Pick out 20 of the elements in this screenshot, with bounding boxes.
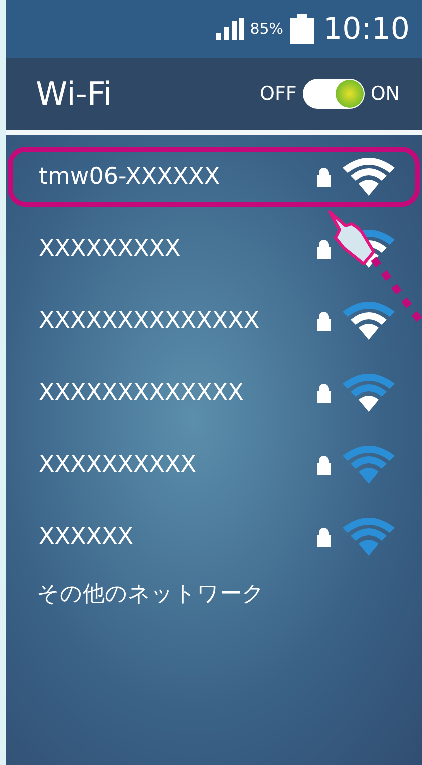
network-list-item[interactable]: XXXXXXXXXXXXXX (8, 291, 420, 351)
screen-title: Wi-Fi (36, 75, 112, 113)
cellular-signal-icon (216, 18, 244, 40)
network-list-item[interactable]: XXXXXXXXXX (8, 435, 420, 495)
clock-time: 10:10 (324, 12, 410, 46)
network-list-item[interactable]: XXXXXXXXXXXXX (8, 363, 420, 423)
battery-percentage: 85% (250, 20, 284, 38)
wifi-toggle-switch[interactable] (302, 79, 365, 109)
dotted-leader-line (371, 256, 422, 324)
other-networks-item[interactable]: その他のネットワーク (6, 579, 422, 609)
wifi-signal-icon (341, 156, 397, 198)
battery-icon (290, 14, 314, 44)
network-list-item[interactable]: tmw06-XXXXXX (8, 147, 420, 207)
network-list-item[interactable]: XXXXXX (8, 507, 420, 567)
wifi-signal-icon (341, 372, 397, 414)
toggle-on-label: ON (370, 83, 400, 105)
wifi-signal-icon (341, 516, 397, 558)
wifi-signal-icon (341, 444, 397, 486)
wifi-signal-icon (341, 300, 397, 342)
toggle-off-label: OFF (260, 83, 297, 105)
